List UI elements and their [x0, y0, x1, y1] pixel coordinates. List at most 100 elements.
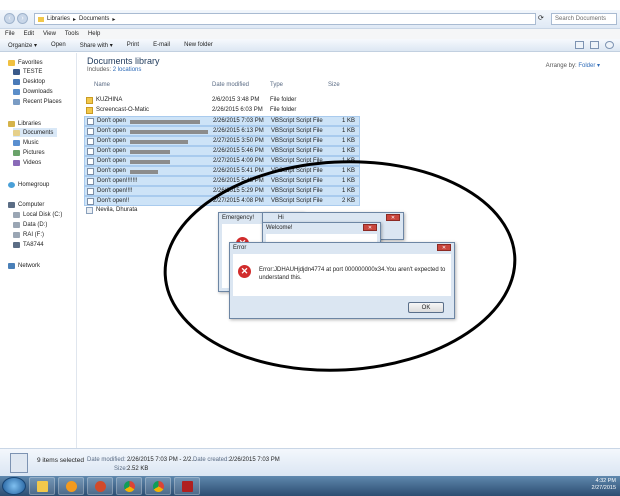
drive-icon: [13, 221, 20, 228]
redacted-text: [130, 160, 170, 164]
file-size: 1 KB: [341, 118, 355, 124]
file-name: Don't open: [97, 138, 126, 144]
file-name: Nevila, Dhurata: [96, 207, 138, 213]
file-row[interactable]: Don't open 2/26/2015 6:13 PM VBScript Scri…: [84, 126, 360, 136]
nav-music[interactable]: Music: [13, 138, 39, 147]
file-row[interactable]: Don't open 2/27/2015 3:50 PM VBScript Scri…: [84, 136, 360, 146]
new-folder-button[interactable]: New folder: [184, 42, 213, 48]
file-date: 2/27/2015 4:08 PM: [213, 198, 264, 204]
folder-icon: [86, 97, 93, 104]
print-button[interactable]: Print: [127, 42, 139, 48]
taskbar-chrome-1[interactable]: [116, 477, 142, 495]
close-icon[interactable]: ✕: [363, 224, 377, 231]
close-icon[interactable]: ✕: [386, 214, 400, 221]
file-date: 2/27/2015 4:09 PM: [213, 158, 264, 164]
nav-documents[interactable]: Documents: [13, 128, 58, 137]
breadcrumb-libraries[interactable]: Libraries: [47, 16, 70, 22]
videos-icon: [13, 159, 20, 166]
error-icon: ✕: [238, 265, 251, 278]
dialog-title: Error: [233, 245, 247, 251]
view-options-icon[interactable]: [575, 41, 584, 49]
nav-libraries[interactable]: Libraries: [8, 119, 41, 128]
library-title: Documents library: [87, 56, 160, 66]
nav-recent[interactable]: Recent Places: [13, 97, 62, 106]
nav-network[interactable]: Network: [8, 261, 40, 270]
nav-data-drive[interactable]: Data (D:): [13, 220, 47, 229]
column-name[interactable]: Name: [94, 82, 110, 88]
column-date[interactable]: Date modified: [212, 82, 249, 88]
breadcrumb-documents[interactable]: Documents: [79, 16, 109, 22]
file-type: VBScript Script File: [271, 158, 323, 164]
file-row[interactable]: Don't open!!!! 2/26/2015 5:29 PM VBScript …: [84, 186, 360, 196]
address-bar[interactable]: Libraries ▸ Documents ▸: [34, 13, 536, 25]
nav-rai-drive[interactable]: RAI (F:): [13, 230, 44, 239]
nav-local-disk[interactable]: Local Disk (C:): [13, 210, 62, 219]
file-name: Don't open: [97, 128, 126, 134]
arrange-by: Arrange by: Folder ▾: [545, 63, 600, 69]
organize-button[interactable]: Organize ▾: [8, 42, 37, 49]
column-size[interactable]: Size: [328, 82, 340, 88]
taskbar: 4:32 PM 2/27/2015: [0, 476, 620, 496]
nav-pictures[interactable]: Pictures: [13, 148, 45, 157]
open-button[interactable]: Open: [51, 42, 66, 48]
redacted-text: [130, 130, 208, 134]
search-input[interactable]: Search Documents: [551, 13, 617, 25]
file-name: Don't open: [97, 158, 126, 164]
menu-view[interactable]: View: [43, 31, 56, 37]
clock-date: 2/27/2015: [591, 485, 616, 491]
nav-ta8744[interactable]: TA8744: [13, 240, 44, 249]
taskbar-chrome-2[interactable]: [145, 477, 171, 495]
file-type: VBScript Script File: [271, 198, 323, 204]
start-button[interactable]: [2, 477, 26, 495]
desktop-icon: [13, 78, 20, 85]
taskbar-app[interactable]: [174, 477, 200, 495]
taskbar-media-player[interactable]: [58, 477, 84, 495]
file-row[interactable]: KUZHINA 2/6/2015 3:48 PM File folder: [84, 96, 360, 106]
file-type: VBScript Script File: [271, 148, 323, 154]
drive-icon: [13, 231, 20, 238]
nav-favorites[interactable]: Favorites: [8, 58, 43, 67]
nav-teste[interactable]: TESTE: [13, 67, 42, 76]
file-name: Don't open!!: [97, 198, 130, 204]
menu-edit[interactable]: Edit: [24, 31, 34, 37]
folder-icon: [86, 107, 93, 114]
media-player-icon: [65, 480, 77, 492]
taskbar-explorer[interactable]: [29, 477, 55, 495]
file-name: Don't open!!!!!!!: [97, 178, 138, 184]
email-button[interactable]: E-mail: [153, 42, 170, 48]
menu-tools[interactable]: Tools: [65, 31, 79, 37]
preview-pane-icon[interactable]: [590, 41, 599, 49]
share-button[interactable]: Share with ▾: [80, 42, 113, 49]
nav-videos[interactable]: Videos: [13, 158, 41, 167]
drive-icon: [13, 211, 20, 218]
arrange-by-dropdown[interactable]: Folder ▾: [578, 63, 600, 69]
taskbar-screencast[interactable]: [87, 477, 113, 495]
nav-desktop[interactable]: Desktop: [13, 77, 45, 86]
nav-homegroup[interactable]: Homegroup: [8, 180, 49, 189]
forward-icon[interactable]: ›: [17, 13, 28, 24]
nav-computer[interactable]: Computer: [8, 200, 44, 209]
help-icon[interactable]: [605, 41, 614, 49]
library-icon: [8, 120, 15, 127]
file-date: 2/26/2015 5:41 PM: [213, 168, 264, 174]
file-row[interactable]: Don't open 2/26/2015 5:41 PM VBScript Scri…: [84, 166, 360, 176]
file-row[interactable]: Don't open 2/27/2015 4:09 PM VBScript Scri…: [84, 156, 360, 166]
file-row[interactable]: Screencast-O-Matic 2/26/2015 6:03 PM File …: [84, 106, 360, 116]
library-includes: Includes: 2 locations: [87, 67, 142, 73]
file-row[interactable]: Don't open 2/26/2015 5:46 PM VBScript Scri…: [84, 146, 360, 156]
close-icon[interactable]: ✕: [437, 244, 451, 251]
ok-button[interactable]: OK: [408, 302, 444, 313]
file-row[interactable]: Don't open!! 2/27/2015 4:08 PM VBScript Sc…: [84, 196, 360, 206]
system-tray[interactable]: 4:32 PM 2/27/2015: [592, 478, 616, 492]
file-date: 2/6/2015 3:48 PM: [212, 97, 260, 103]
file-row[interactable]: Don't open 2/26/2015 7:03 PM VBScript Scri…: [84, 116, 360, 126]
menu-help[interactable]: Help: [88, 31, 100, 37]
music-icon: [13, 139, 20, 146]
locations-link[interactable]: 2 locations: [113, 67, 142, 73]
menu-file[interactable]: File: [5, 31, 15, 37]
column-type[interactable]: Type: [270, 82, 283, 88]
nav-downloads[interactable]: Downloads: [13, 87, 53, 96]
file-row[interactable]: Don't open!!!!!!! 2/26/2015 5:45 PM VBScri…: [84, 176, 360, 186]
back-icon[interactable]: ‹: [4, 13, 15, 24]
refresh-icon[interactable]: ⟳: [538, 14, 544, 22]
